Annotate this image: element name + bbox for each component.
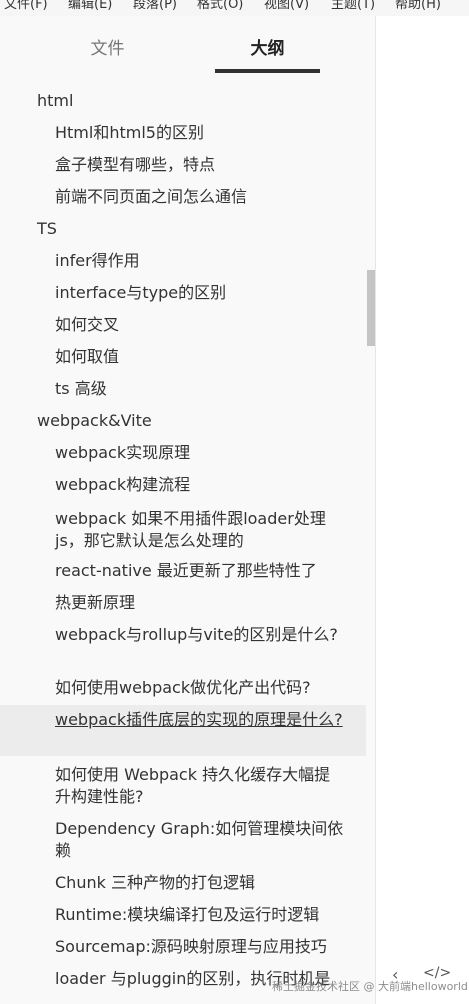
outline-item[interactable]: Dependency Graph:如何管理模块间依赖 — [55, 818, 345, 862]
outline-item[interactable]: Sourcemap:源码映射原理与应用技巧 — [55, 936, 327, 958]
outline-item[interactable]: 如何使用webpack做优化产出代码? — [55, 677, 311, 699]
outline-item[interactable]: 如何使用 Webpack 持久化缓存大幅提升构建性能? — [55, 764, 345, 808]
outline-heading[interactable]: TS — [37, 218, 57, 240]
outline-item[interactable]: 热更新原理 — [55, 592, 135, 614]
menu-paragraph[interactable]: 段落(P) — [133, 0, 177, 14]
outline-heading[interactable]: webpack&Vite — [37, 410, 152, 432]
outline-item[interactable]: 前端不同页面之间怎么通信 — [55, 186, 247, 208]
outline-item[interactable]: webpack 如果不用插件跟loader处理js，那它默认是怎么处理的 — [55, 508, 345, 552]
menu-theme[interactable]: 主题(T) — [331, 0, 375, 14]
sidebar: 文件 大纲 html Html和html5的区别 盒子模型有哪些，特点 前端不同… — [0, 16, 376, 1004]
outline-item[interactable]: 盒子模型有哪些，特点 — [55, 154, 215, 176]
menu-file[interactable]: 文件(F) — [4, 0, 48, 14]
scrollbar-thumb[interactable] — [367, 270, 375, 346]
outline-item[interactable]: react-native 最近更新了那些特性了 — [55, 560, 317, 582]
menu-bar: 文件(F) 编辑(E) 段落(P) 格式(O) 视图(V) 主题(T) 帮助(H… — [0, 0, 469, 16]
outline-item[interactable]: interface与type的区别 — [55, 282, 226, 304]
outline-item[interactable]: Chunk 三种产物的打包逻辑 — [55, 872, 255, 894]
outline-item[interactable]: 如何交叉 — [55, 314, 119, 336]
outline-item-active[interactable]: webpack插件底层的实现的原理是什么? — [55, 709, 345, 731]
menu-format[interactable]: 格式(O) — [197, 0, 243, 14]
tab-outline[interactable]: 大纲 — [215, 38, 320, 60]
outline-item[interactable]: webpack实现原理 — [55, 442, 190, 464]
active-tab-indicator — [215, 69, 320, 73]
outline-item[interactable]: webpack构建流程 — [55, 474, 190, 496]
outline-item[interactable]: Html和html5的区别 — [55, 122, 204, 144]
menu-view[interactable]: 视图(V) — [264, 0, 309, 14]
outline-item[interactable]: ts 高级 — [55, 378, 107, 400]
outline-item[interactable]: 如何取值 — [55, 346, 119, 368]
outline-item[interactable]: infer得作用 — [55, 250, 140, 272]
outline-item[interactable]: Runtime:模块编译打包及运行时逻辑 — [55, 904, 319, 926]
menu-edit[interactable]: 编辑(E) — [68, 0, 112, 14]
watermark: 稀土掘金技术社区 @ 大前端helloworld — [272, 980, 468, 993]
menu-help[interactable]: 帮助(H) — [395, 0, 441, 14]
outline-heading[interactable]: html — [37, 90, 73, 112]
tab-files[interactable]: 文件 — [55, 38, 160, 60]
outline-item[interactable]: webpack与rollup与vite的区别是什么? — [55, 624, 345, 646]
